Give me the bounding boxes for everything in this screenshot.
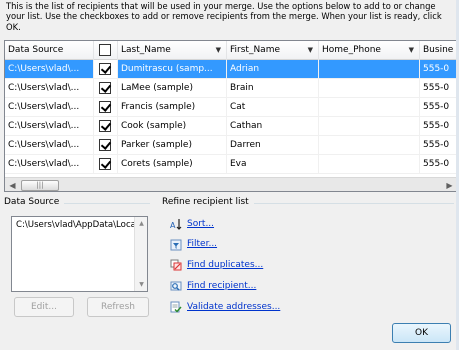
validate-addresses-icon xyxy=(170,301,182,313)
dropdown-arrow-icon[interactable]: ▼ xyxy=(409,41,414,59)
cell-first[interactable]: Cathan xyxy=(227,117,319,136)
cell-first[interactable]: Cat xyxy=(227,98,319,117)
recipient-checkbox[interactable] xyxy=(99,82,111,94)
sort-link[interactable]: Sort... xyxy=(187,219,214,229)
checkbox-cell xyxy=(94,155,118,174)
select-all-checkbox[interactable] xyxy=(99,44,111,56)
table-row[interactable]: C:\Users\vlad\... LaMee (sample) Brain 555-… xyxy=(5,79,457,98)
cell-phone[interactable] xyxy=(319,155,420,174)
find-recipient-link[interactable]: Find recipient... xyxy=(187,281,256,291)
vertical-scrollbar[interactable]: ▲ ▼ xyxy=(134,217,147,291)
cell-business[interactable]: 555-0 xyxy=(420,60,457,79)
data-source-group-title: Data Source xyxy=(4,197,60,207)
table-row[interactable]: C:\Users\vlad\... Parker (sample) Darren 55… xyxy=(5,136,457,155)
cell-business[interactable]: 555-0 xyxy=(420,98,457,117)
recipient-checkbox[interactable] xyxy=(99,120,111,132)
group-divider xyxy=(254,203,454,204)
filter-icon xyxy=(170,239,182,251)
cell-last[interactable]: Dumitrascu (samp... xyxy=(118,60,227,79)
cell-last[interactable]: LaMee (sample) xyxy=(118,79,227,98)
cell-source[interactable]: C:\Users\vlad\... xyxy=(5,98,94,117)
edit-button[interactable]: Edit... xyxy=(14,297,74,317)
column-label: Data Source xyxy=(8,45,64,55)
column-label: Last_Name xyxy=(121,45,171,55)
column-label: Busine xyxy=(423,45,454,55)
checkbox-cell xyxy=(94,117,118,136)
recipient-checkbox[interactable] xyxy=(99,101,111,113)
column-header-last-name[interactable]: Last_Name ▼ xyxy=(118,41,227,60)
cell-last[interactable]: Cook (sample) xyxy=(118,117,227,136)
cell-last[interactable]: Corets (sample) xyxy=(118,155,227,174)
data-source-item[interactable]: C:\Users\vlad\AppData\Loca xyxy=(16,220,136,230)
cell-source[interactable]: C:\Users\vlad\... xyxy=(5,60,94,79)
find-duplicates-link[interactable]: Find duplicates... xyxy=(187,260,263,270)
column-header-home-phone[interactable]: Home_Phone ▼ xyxy=(319,41,420,60)
cell-phone[interactable] xyxy=(319,60,420,79)
cell-phone[interactable] xyxy=(319,136,420,155)
column-label: First_Name xyxy=(230,45,280,55)
cell-phone[interactable] xyxy=(319,79,420,98)
grid-header: Data Source Last_Name ▼ First_Name ▼ Home_… xyxy=(5,41,457,60)
dropdown-arrow-icon[interactable]: ▼ xyxy=(308,41,313,59)
table-row[interactable]: C:\Users\vlad\... Cook (sample) Cathan 555-… xyxy=(5,117,457,136)
cell-first[interactable]: Eva xyxy=(227,155,319,174)
cell-source[interactable]: C:\Users\vlad\... xyxy=(5,136,94,155)
cell-business[interactable]: 555-0 xyxy=(420,79,457,98)
find-recipient-icon xyxy=(170,281,182,291)
sort-icon: A xyxy=(170,219,182,230)
refine-group-title: Refine recipient list xyxy=(162,197,249,207)
checkbox-cell xyxy=(94,98,118,117)
cell-first[interactable]: Adrian xyxy=(227,60,319,79)
table-row[interactable]: C:\Users\vlad\... Dumitrascu (samp... Adri… xyxy=(5,60,457,79)
checkbox-cell xyxy=(94,60,118,79)
scroll-up-icon[interactable]: ▲ xyxy=(135,220,148,227)
validate-addresses-link[interactable]: Validate addresses... xyxy=(187,302,280,312)
dropdown-arrow-icon[interactable]: ▼ xyxy=(216,41,221,59)
column-header-data-source[interactable]: Data Source xyxy=(5,41,94,60)
cell-business[interactable]: 555-0 xyxy=(420,136,457,155)
cell-phone[interactable] xyxy=(319,117,420,136)
cell-source[interactable]: C:\Users\vlad\... xyxy=(5,117,94,136)
column-label: Home_Phone xyxy=(322,45,381,55)
cell-source[interactable]: C:\Users\vlad\... xyxy=(5,155,94,174)
svg-text:A: A xyxy=(170,221,176,230)
cell-phone[interactable] xyxy=(319,98,420,117)
recipient-checkbox[interactable] xyxy=(99,63,111,75)
scroll-left-icon[interactable]: ◀ xyxy=(5,178,20,191)
scroll-thumb[interactable]: ||| xyxy=(21,180,59,191)
instructions-text: This is the list of recipients that will… xyxy=(6,1,442,32)
recipients-grid[interactable]: Data Source Last_Name ▼ First_Name ▼ Home_… xyxy=(4,40,458,192)
checkbox-cell xyxy=(94,136,118,155)
column-header-first-name[interactable]: First_Name ▼ xyxy=(227,41,319,60)
recipient-checkbox[interactable] xyxy=(99,139,111,151)
table-row[interactable]: C:\Users\vlad\... Corets (sample) Eva 555-0 xyxy=(5,155,457,174)
recipient-checkbox[interactable] xyxy=(99,158,111,170)
cell-last[interactable]: Parker (sample) xyxy=(118,136,227,155)
scroll-right-icon[interactable]: ▶ xyxy=(442,178,457,191)
scroll-down-icon[interactable]: ▼ xyxy=(135,281,148,288)
filter-link[interactable]: Filter... xyxy=(187,239,217,249)
cell-business[interactable]: 555-0 xyxy=(420,117,457,136)
column-header-checkbox[interactable] xyxy=(94,41,118,60)
refresh-button[interactable]: Refresh xyxy=(87,297,149,317)
cell-source[interactable]: C:\Users\vlad\... xyxy=(5,79,94,98)
column-header-business[interactable]: Busine xyxy=(420,41,457,60)
data-source-list[interactable]: C:\Users\vlad\AppData\Loca ▲ ▼ xyxy=(11,216,148,292)
ok-button[interactable]: OK xyxy=(392,323,451,343)
cell-first[interactable]: Brain xyxy=(227,79,319,98)
checkbox-cell xyxy=(94,79,118,98)
cell-business[interactable]: 555-0 xyxy=(420,155,457,174)
find-duplicates-icon xyxy=(170,259,182,271)
horizontal-scrollbar[interactable]: ◀ ||| ▶ xyxy=(5,177,457,191)
cell-last[interactable]: Francis (sample) xyxy=(118,98,227,117)
cell-first[interactable]: Darren xyxy=(227,136,319,155)
group-divider xyxy=(64,203,150,204)
table-row[interactable]: C:\Users\vlad\... Francis (sample) Cat 555-… xyxy=(5,98,457,117)
